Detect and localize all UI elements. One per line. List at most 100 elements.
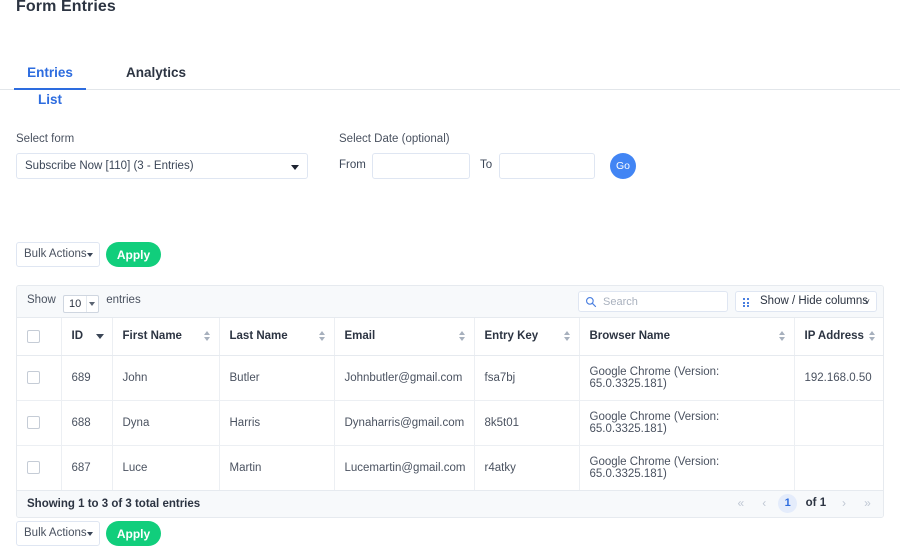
row-checkbox[interactable] <box>27 416 40 429</box>
select-form-value: Subscribe Now [110] (3 - Entries) <box>25 160 194 172</box>
cell-last-name: Martin <box>219 445 335 490</box>
cell-last-name: Butler <box>219 355 335 401</box>
select-form-label: Select form <box>16 133 75 145</box>
th-browser-name-label: Browser Name <box>589 330 671 343</box>
entries-table: ID First Name Last Name Email Entry Key … <box>17 318 883 490</box>
apply-button-bottom[interactable]: Apply <box>106 521 161 546</box>
th-ip-address[interactable]: IP Address <box>794 318 883 356</box>
chevron-down-icon <box>87 253 93 257</box>
cell-first-name: Dyna <box>112 400 220 446</box>
apply-button-top[interactable]: Apply <box>106 242 161 267</box>
th-last-name[interactable]: Last Name <box>219 318 335 356</box>
chevron-down-icon: ˅ <box>864 297 870 308</box>
divider <box>85 296 87 312</box>
th-first-name[interactable]: First Name <box>112 318 220 356</box>
pagination-next-button[interactable]: › <box>835 494 854 513</box>
select-date-label: Select Date (optional) <box>339 133 450 145</box>
bulk-actions-value-top: Bulk Actions <box>24 248 87 260</box>
cell-email: Lucemartin@gmail.com <box>334 445 475 490</box>
table-row: 688 Dyna Harris Dynaharris@gmail.com 8k5… <box>17 400 883 446</box>
select-form-dropdown[interactable]: Subscribe Now [110] (3 - Entries) <box>16 153 308 179</box>
chevron-down-icon <box>291 165 299 170</box>
to-label: To <box>480 159 493 171</box>
sort-desc-icon <box>95 334 104 340</box>
th-last-name-label: Last Name <box>229 330 288 343</box>
bulk-actions-select-bottom[interactable]: Bulk Actions <box>16 521 100 546</box>
bulk-actions-select-top[interactable]: Bulk Actions <box>16 242 100 267</box>
showing-entries-info: Showing 1 to 3 of 3 total entries <box>27 497 201 510</box>
table-row: 687 Luce Martin Lucemartin@gmail.com r4a… <box>17 445 883 490</box>
date-from-input[interactable] <box>372 153 470 179</box>
entries-label: entries <box>106 294 141 306</box>
bulk-actions-value-bottom: Bulk Actions <box>24 527 87 539</box>
tab-analytics[interactable]: Analytics <box>124 59 188 90</box>
th-select-all <box>17 318 62 356</box>
sort-both-icon <box>563 330 571 342</box>
th-entry-key-label: Entry Key <box>484 330 539 343</box>
cell-email: Dynaharris@gmail.com <box>334 400 475 446</box>
grid-dots-icon <box>743 298 753 307</box>
tab-bar: Entries List Analytics <box>0 59 900 107</box>
table-toolbar: Show 10 entries Search Show / Hide colum… <box>17 286 883 318</box>
cell-entry-key: fsa7bj <box>474 355 580 401</box>
row-checkbox-cell <box>17 445 62 490</box>
th-ip-address-label: IP Address <box>804 330 864 343</box>
table-row: 689 John Butler Johnbutler@gmail.com fsa… <box>17 355 883 401</box>
table-footer: Showing 1 to 3 of 3 total entries « ‹ 1 … <box>17 489 883 517</box>
cell-ip-address <box>794 400 883 446</box>
show-hide-columns-button[interactable]: Show / Hide columns ˅ <box>735 291 877 312</box>
cell-id: 688 <box>61 400 113 446</box>
chevron-down-icon <box>87 532 93 536</box>
pagination-of-label: of 1 <box>805 496 827 509</box>
cell-entry-key: r4atky <box>474 445 580 490</box>
entries-table-card: Show 10 entries Search Show / Hide colum… <box>16 285 884 518</box>
cell-first-name: Luce <box>112 445 220 490</box>
th-id[interactable]: ID <box>61 318 113 356</box>
select-all-checkbox[interactable] <box>27 329 40 343</box>
cell-id: 687 <box>61 445 113 490</box>
th-id-label: ID <box>71 330 84 343</box>
search-input[interactable] <box>601 292 723 311</box>
th-browser-name[interactable]: Browser Name <box>579 318 795 356</box>
sort-both-icon <box>458 330 466 342</box>
page-title: Form Entries <box>16 0 116 15</box>
cell-ip-address <box>794 445 883 490</box>
table-header-row: ID First Name Last Name Email Entry Key … <box>17 318 883 356</box>
th-email-label: Email <box>344 330 376 343</box>
show-entries-control: Show 10 entries <box>27 294 141 313</box>
cell-first-name: John <box>112 355 220 401</box>
page-length-select[interactable]: 10 <box>62 295 99 313</box>
row-checkbox[interactable] <box>27 461 40 474</box>
th-entry-key[interactable]: Entry Key <box>474 318 580 356</box>
pagination-prev-button[interactable]: ‹ <box>755 494 774 513</box>
cell-browser-name: Google Chrome (Version: 65.0.3325.181) <box>579 355 795 401</box>
pagination-last-button[interactable]: » <box>858 494 877 513</box>
row-checkbox[interactable] <box>27 371 40 384</box>
search-box <box>578 291 728 312</box>
page-length-value: 10 <box>68 298 82 310</box>
sort-both-icon <box>318 330 326 342</box>
th-email[interactable]: Email <box>334 318 475 356</box>
form-entries-page: Form Entries Entries List Analytics Sele… <box>0 0 900 551</box>
from-label: From <box>339 159 366 171</box>
row-checkbox-cell <box>17 400 62 446</box>
search-icon <box>586 297 597 308</box>
pagination-first-button[interactable]: « <box>731 494 750 513</box>
th-first-name-label: First Name <box>122 330 182 343</box>
show-label: Show <box>27 294 56 306</box>
cell-entry-key: 8k5t01 <box>474 400 580 446</box>
cell-browser-name: Google Chrome (Version: 65.0.3325.181) <box>579 400 795 446</box>
sort-both-icon <box>778 330 786 342</box>
cell-email: Johnbutler@gmail.com <box>334 355 475 401</box>
pagination: « ‹ 1 of 1 › » <box>731 493 877 515</box>
show-hide-columns-label: Show / Hide columns <box>760 295 869 307</box>
cell-ip-address: 192.168.0.50 <box>794 355 883 401</box>
sort-both-icon <box>203 330 211 342</box>
chevron-down-icon <box>88 302 95 306</box>
date-to-input[interactable] <box>499 153 595 179</box>
go-button[interactable]: Go <box>610 153 636 179</box>
row-checkbox-cell <box>17 355 62 401</box>
sort-both-icon <box>869 330 876 342</box>
tab-entries-list[interactable]: Entries List <box>14 59 86 107</box>
pagination-page-1[interactable]: 1 <box>778 493 798 513</box>
